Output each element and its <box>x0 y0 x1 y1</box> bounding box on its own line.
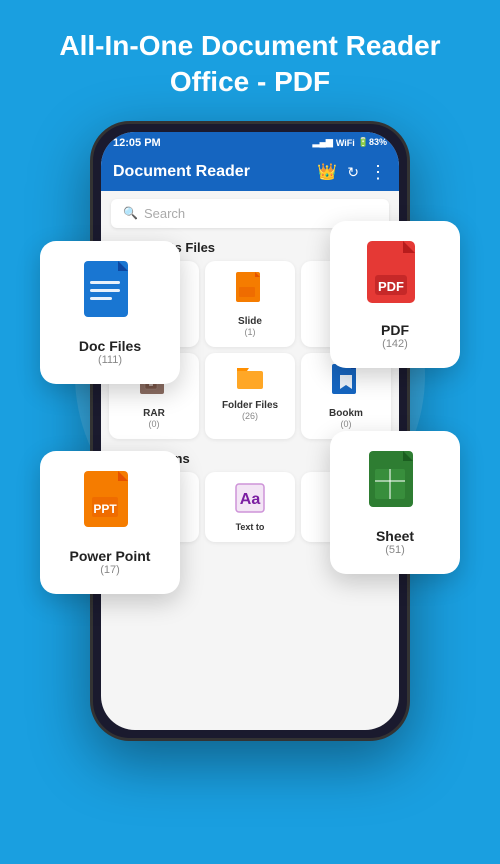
float-pdf-count: (142) <box>352 338 438 350</box>
float-sheet-card: Sheet (51) <box>330 431 460 574</box>
pdf-file-icon: PDF <box>365 239 425 309</box>
float-doc-label: Doc Files <box>62 338 158 354</box>
doc-file-icon <box>82 259 138 325</box>
float-ppt-label: Power Point <box>62 548 158 564</box>
float-sheet-count: (51) <box>352 544 438 556</box>
search-placeholder: Search <box>144 206 185 221</box>
sheet-file-icon-large <box>367 449 423 515</box>
float-sheet-label: Sheet <box>352 528 438 544</box>
float-doc-card: Doc Files (111) <box>40 241 180 384</box>
app-bar-title: Document Reader <box>113 163 250 181</box>
bookmark-label: Bookm <box>307 408 385 419</box>
slide-label: Slide <box>211 316 289 327</box>
bookmark-icon <box>331 363 361 399</box>
more-icon[interactable]: ⋮ <box>369 162 387 183</box>
refresh-icon[interactable]: ↻ <box>347 164 359 181</box>
status-bar: 12:05 PM ▂▄▆ WiFi 🔋83% <box>101 132 399 154</box>
float-doc-count: (111) <box>62 354 158 366</box>
rar-label: RAR <box>115 408 193 419</box>
phone-mockup: Doc Files (111) PDF PDF (142) PPT Power … <box>90 121 410 741</box>
folder-count: (26) <box>211 411 289 421</box>
svg-text:PPT: PPT <box>93 502 117 516</box>
signal-icon: ▂▄▆ <box>313 137 333 148</box>
battery-icon: 🔋83% <box>358 137 387 148</box>
slide-item[interactable]: Slide (1) <box>205 261 295 347</box>
float-pdf-label: PDF <box>352 322 438 338</box>
bookmark-count: (0) <box>307 419 385 429</box>
svg-text:Aa: Aa <box>240 491 261 508</box>
float-ppt-count: (17) <box>62 564 158 576</box>
text-to-label: Text to <box>211 522 289 532</box>
folder-icon <box>235 363 265 391</box>
wifi-icon: WiFi <box>336 138 355 148</box>
slide-count: (1) <box>211 327 289 337</box>
text-to-pdf[interactable]: Aa Text to <box>205 472 295 542</box>
status-icons: ▂▄▆ WiFi 🔋83% <box>313 137 387 148</box>
page-title: All-In-One Document Reader Office - PDF <box>0 0 500 121</box>
folder-label: Folder Files <box>211 400 289 411</box>
float-pdf-card: PDF PDF (142) <box>330 221 460 368</box>
svg-text:PDF: PDF <box>378 279 404 294</box>
folder-item[interactable]: Folder Files (26) <box>205 353 295 439</box>
app-bar: Document Reader 👑 ↻ ⋮ <box>101 154 399 191</box>
ppt-file-icon: PPT <box>82 469 138 535</box>
status-time: 12:05 PM <box>113 137 161 149</box>
search-icon: 🔍 <box>123 206 138 220</box>
app-bar-icons: 👑 ↻ ⋮ <box>317 162 387 183</box>
slide-icon <box>235 271 265 307</box>
text-icon: Aa <box>234 482 266 514</box>
rar-count: (0) <box>115 419 193 429</box>
float-ppt-card: PPT Power Point (17) <box>40 451 180 594</box>
crown-icon[interactable]: 👑 <box>317 162 337 182</box>
